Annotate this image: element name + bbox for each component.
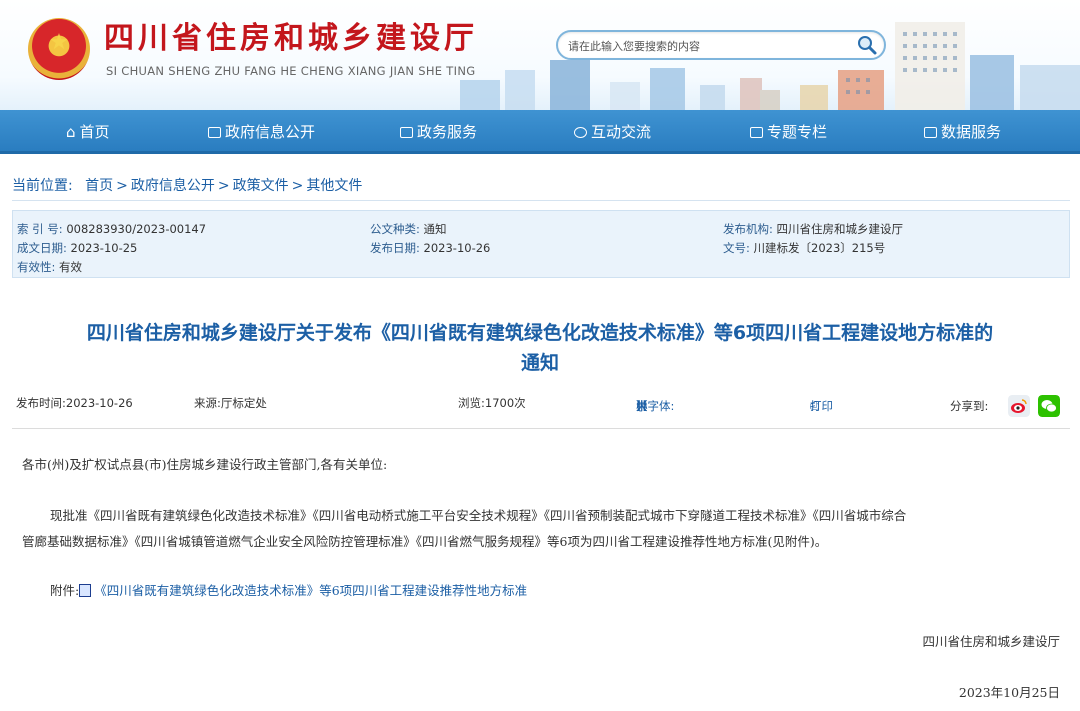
nav-item-data[interactable]: 数据服务 [924,110,1001,154]
nav-item-topics[interactable]: 专题专栏 [750,110,827,154]
meta-created-date: 成文日期: 2023-10-25 [17,240,137,256]
nav-item-home[interactable]: ⌂首页 [66,110,110,154]
data-icon [924,127,937,138]
nav-item-interaction[interactable]: 互动交流 [574,110,651,154]
salutation: 各市(州)及扩权试点县(市)住房城乡建设行政主管部门,各有关单位: [22,452,387,478]
wechat-icon[interactable] [1038,395,1060,417]
source: 来源:厅标定处 [194,395,267,411]
breadcrumb-policy[interactable]: 政策文件 [233,178,289,194]
edit-icon [208,127,221,138]
signature-date: 2023年10月25日 [959,680,1060,706]
title-line-2: 通知 [20,348,1060,378]
search-icon[interactable] [856,34,878,56]
body-paragraph-line-2: 管廊基础数据标准》《四川省城镇管道燃气企业安全风险防控管理标准》《四川省燃气服务… [22,529,827,555]
nav-item-label: 数据服务 [941,123,1001,141]
service-icon [400,127,413,138]
meta-index-no: 索 引 号: 008283930/2023-00147 [17,221,206,237]
meta-issuer: 发布机构: 四川省住房和城乡建设厅 [723,221,903,237]
breadcrumb-home[interactable]: 首页 [85,178,113,194]
meta-doc-type: 公文种类: 通知 [370,221,447,237]
meta-published-date: 发布日期: 2023-10-26 [370,240,490,256]
title-line-1: 四川省住房和城乡建设厅关于发布《四川省既有建筑绿色化改造技术标准》等6项四川省工… [20,318,1060,348]
skyline-illustration [460,10,1080,110]
divider [12,200,1070,201]
nav-item-label: 政府信息公开 [225,123,315,141]
divider [12,428,1070,429]
breadcrumb-separator: > [116,178,128,194]
breadcrumb-separator: > [292,178,304,194]
attachment-label: 附件: [50,583,79,598]
nav-item-label: 专题专栏 [767,123,827,141]
search-box [556,30,886,60]
meta-doc-no: 文号: 川建标发〔2023〕215号 [723,240,885,256]
signature: 四川省住房和城乡建设厅 [922,629,1060,655]
site-header: 四川省住房和城乡建设厅 SI CHUAN SHENG ZHU FANG HE C… [0,0,1080,110]
nav-item-label: 互动交流 [591,123,651,141]
nav-item-gov-service[interactable]: 政务服务 [400,110,477,154]
interaction-icon [574,127,587,138]
home-icon: ⌂ [66,110,76,154]
document-icon [79,584,91,597]
attachment-link[interactable]: 《四川省既有建筑绿色化改造技术标准》等6项四川省工程建设推荐性地方标准 [94,583,527,598]
meta-validity: 有效性: 有效 [17,259,82,275]
breadcrumb-gov-info[interactable]: 政府信息公开 [131,178,215,194]
site-subtitle: SI CHUAN SHENG ZHU FANG HE CHENG XIANG J… [106,64,475,78]
view-count: 浏览:1700次 [458,395,526,411]
nav-item-label: 首页 [80,123,110,141]
breadcrumb-other[interactable]: 其他文件 [306,178,362,194]
site-title[interactable]: 四川省住房和城乡建设厅 [104,22,478,56]
attachment-row: 附件: 《四川省既有建筑绿色化改造技术标准》等6项四川省工程建设推荐性地方标准 [50,578,527,604]
share-label: 分享到: [950,398,988,414]
breadcrumb-label: 当前位置: [12,178,73,194]
nav-item-gov-info[interactable]: 政府信息公开 [208,110,315,154]
page-title: 四川省住房和城乡建设厅关于发布《四川省既有建筑绿色化改造技术标准》等6项四川省工… [20,318,1060,378]
body-paragraph-line-1: 现批准《四川省既有建筑绿色化改造技术标准》《四川省电动桥式施工平台安全技术规程》… [50,503,906,529]
document-metadata: 索 引 号: 008283930/2023-00147 公文种类: 通知 发布机… [12,210,1070,278]
nav-item-label: 政务服务 [417,123,477,141]
publish-time: 发布时间:2023-10-26 [16,395,133,411]
weibo-icon[interactable] [1008,395,1030,417]
main-nav: ⌂首页 政府信息公开 政务服务 互动交流 专题专栏 数据服务 [0,110,1080,154]
breadcrumb-separator: > [218,178,230,194]
national-emblem-icon [28,18,90,80]
article-info-bar: 发布时间:2023-10-26 来源:厅标定处 浏览:1700次 【字体:大 中… [0,392,1080,422]
topic-icon [750,127,763,138]
breadcrumb: 当前位置: 首页>政府信息公开>政策文件>其他文件 [12,175,362,195]
search-input[interactable] [568,36,848,56]
